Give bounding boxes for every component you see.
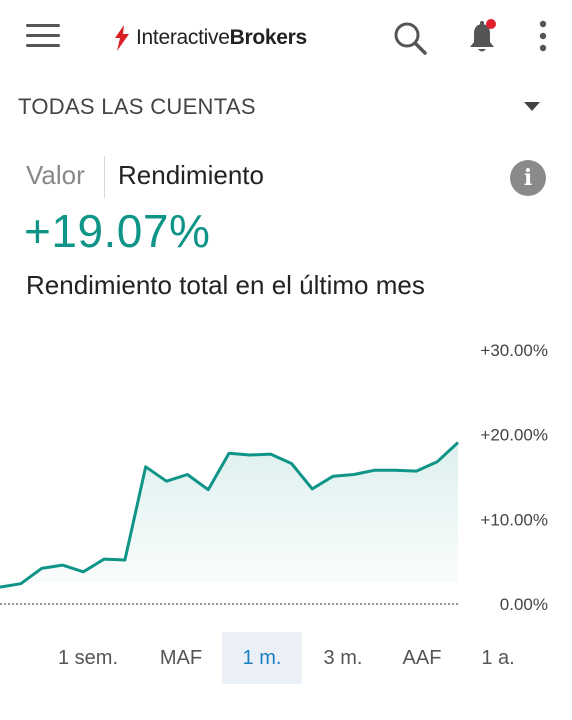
y-tick-label: 0.00%	[500, 595, 548, 614]
range-button[interactable]: 1 m.	[222, 632, 302, 684]
account-selector[interactable]: TODAS LAS CUENTAS	[0, 86, 572, 130]
menu-button[interactable]	[26, 22, 60, 50]
tab-divider	[104, 156, 105, 198]
search-icon	[394, 22, 427, 55]
performance-area-fill	[0, 442, 458, 588]
return-description: Rendimiento total en el último mes	[26, 270, 425, 300]
range-button[interactable]: AAF	[382, 632, 462, 684]
time-range-selector: 1 sem. MAF 1 m. 3 m. AAF 1 a.	[0, 632, 572, 684]
range-button[interactable]: 3 m.	[303, 632, 383, 684]
range-button[interactable]: 1 a.	[458, 632, 538, 684]
account-selector-label: TODAS LAS CUENTAS	[18, 94, 256, 119]
tab-rendimiento[interactable]: Rendimiento	[118, 160, 264, 191]
total-return-value: +19.07%	[24, 205, 211, 257]
info-icon[interactable]: i	[510, 160, 546, 196]
search-button[interactable]	[390, 18, 430, 58]
dropdown-caret-icon	[524, 102, 540, 111]
tab-valor[interactable]: Valor	[26, 160, 85, 191]
ib-logo-icon	[115, 25, 129, 51]
brand-name: InteractiveBrokers	[136, 26, 307, 49]
range-button[interactable]: 1 sem.	[48, 632, 128, 684]
y-tick-label: +30.00%	[480, 341, 548, 360]
y-tick-label: +10.00%	[480, 510, 548, 529]
more-options-button[interactable]	[528, 18, 558, 58]
bell-icon	[470, 19, 496, 52]
performance-chart[interactable]: +30.00% +20.00% +10.00% 0.00%	[0, 330, 572, 620]
range-button[interactable]: MAF	[141, 632, 221, 684]
app-logo: InteractiveBrokers	[112, 20, 307, 56]
notifications-button[interactable]	[462, 16, 502, 56]
y-tick-label: +20.00%	[480, 426, 548, 445]
notification-dot	[486, 19, 496, 29]
more-vertical-icon	[539, 20, 547, 52]
